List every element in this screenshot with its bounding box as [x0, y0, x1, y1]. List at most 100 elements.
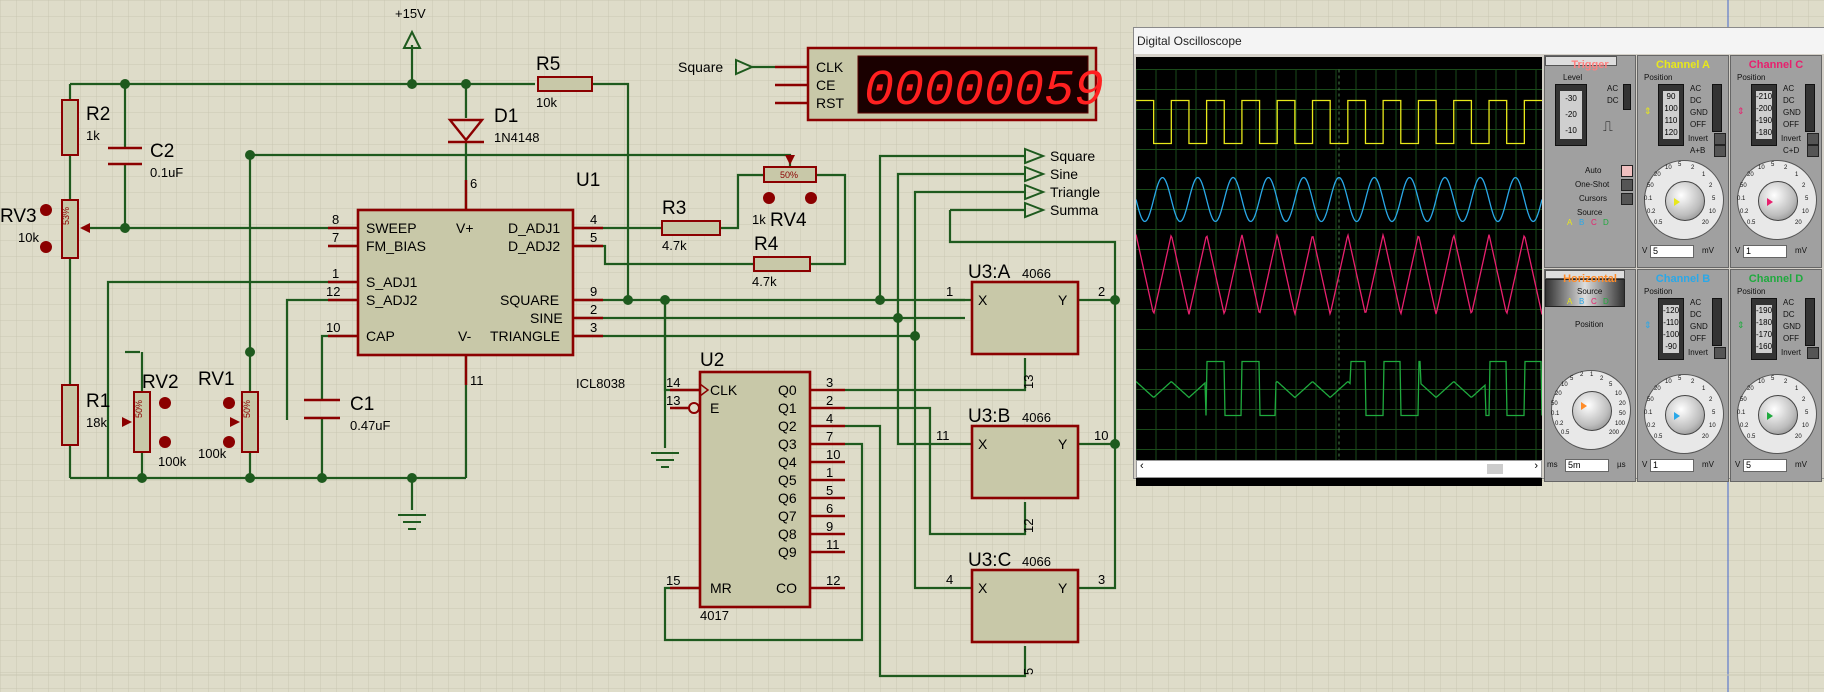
- coupling-gnd[interactable]: GND: [1690, 108, 1708, 117]
- panel-title: Channel A: [1656, 59, 1710, 71]
- slider-scale: -210 -200 -190 -180: [1756, 91, 1772, 139]
- invert-button[interactable]: [1807, 347, 1819, 359]
- trigger-coupling-ac[interactable]: AC: [1607, 84, 1618, 93]
- svg-text:12: 12: [326, 284, 340, 299]
- svg-text:CE: CE: [816, 77, 835, 93]
- dial-tick-label: 0.5: [1747, 220, 1756, 226]
- combine-button[interactable]: [1714, 145, 1726, 157]
- coupling-gnd[interactable]: GND: [1783, 108, 1801, 117]
- u2-pin-number: 1: [826, 465, 833, 480]
- coupling-off[interactable]: OFF: [1783, 334, 1799, 343]
- coupling-ac[interactable]: AC: [1783, 84, 1794, 93]
- volts-div-field[interactable]: 5: [1743, 459, 1787, 472]
- dial-tick-label: 5: [1712, 410, 1716, 416]
- dial-tick-label: 0.2: [1647, 209, 1656, 215]
- coupling-gnd[interactable]: GND: [1783, 322, 1801, 331]
- source-b[interactable]: B: [1579, 218, 1584, 227]
- trigger-mode-button[interactable]: [1621, 165, 1633, 177]
- svg-text:Triangle: Triangle: [1050, 184, 1100, 200]
- svg-text:Square: Square: [1050, 148, 1095, 164]
- coupling-switch[interactable]: [1805, 84, 1815, 132]
- coupling-ac[interactable]: AC: [1783, 298, 1794, 307]
- invert-button[interactable]: [1714, 133, 1726, 145]
- source-a[interactable]: A: [1567, 297, 1572, 306]
- time-div-knob[interactable]: [1572, 391, 1612, 431]
- counter-display: 00000059: [864, 63, 1104, 120]
- dial-tick-label: 2: [1600, 376, 1604, 382]
- coupling-dc[interactable]: DC: [1690, 310, 1702, 319]
- horizontal-scrollbar[interactable]: ‹ ›: [1136, 460, 1542, 478]
- position-slider[interactable]: -120 -110 -100 -90: [1658, 298, 1684, 360]
- scroll-right-icon[interactable]: ›: [1534, 460, 1538, 472]
- source-b[interactable]: B: [1579, 297, 1584, 306]
- source-c[interactable]: C: [1591, 218, 1597, 227]
- volts-div-field[interactable]: 5: [1650, 245, 1694, 258]
- svg-text:+15V: +15V: [395, 6, 426, 21]
- volts-div-knob[interactable]: [1665, 181, 1705, 221]
- coupling-gnd[interactable]: GND: [1690, 322, 1708, 331]
- dial-tick-label: 2: [1709, 397, 1713, 403]
- scroll-thumb[interactable]: [1487, 464, 1503, 474]
- svg-text:4.7k: 4.7k: [662, 238, 687, 253]
- coupling-ac[interactable]: AC: [1690, 84, 1701, 93]
- coupling-off[interactable]: OFF: [1783, 120, 1799, 129]
- coupling-dc[interactable]: DC: [1690, 96, 1702, 105]
- dial-tick-label: 10: [1561, 382, 1568, 388]
- u2-pin-name: Q1: [778, 400, 797, 416]
- source-c[interactable]: C: [1591, 297, 1597, 306]
- dial-tick-label: 10: [1709, 423, 1716, 429]
- svg-text:1: 1: [332, 266, 339, 281]
- invert-button[interactable]: [1807, 133, 1819, 145]
- position-slider[interactable]: -190 -180 -170 -160: [1751, 298, 1777, 360]
- coupling-switch[interactable]: [1712, 84, 1722, 132]
- svg-text:8: 8: [332, 212, 339, 227]
- volts-div-knob[interactable]: [1665, 395, 1705, 435]
- coupling-dc[interactable]: DC: [1783, 310, 1795, 319]
- coupling-switch[interactable]: [1712, 298, 1722, 346]
- svg-text:MR: MR: [710, 580, 732, 596]
- u2-pin-number: 4: [826, 411, 833, 426]
- dial-tick-label: 2: [1691, 165, 1695, 171]
- volts-div-knob[interactable]: [1758, 395, 1798, 435]
- svg-text:R5: R5: [536, 54, 560, 75]
- dial-tick-label: 0.5: [1654, 434, 1663, 440]
- position-slider[interactable]: 90 100 110 120: [1658, 84, 1684, 146]
- coupling-switch[interactable]: [1805, 298, 1815, 346]
- svg-text:3: 3: [590, 320, 597, 335]
- volts-div-knob[interactable]: [1758, 181, 1798, 221]
- trigger-coupling-dc[interactable]: DC: [1607, 96, 1619, 105]
- coupling-off[interactable]: OFF: [1690, 120, 1706, 129]
- svg-text:U3:B: U3:B: [968, 406, 1010, 427]
- svg-text:U1: U1: [576, 170, 600, 191]
- svg-text:Y: Y: [1058, 292, 1068, 308]
- oscilloscope-window[interactable]: Digital Oscilloscope ‹ › Trigger Level -30…: [1133, 27, 1824, 486]
- dial-tick-label: 5: [1678, 376, 1682, 382]
- coupling-dc[interactable]: DC: [1783, 96, 1795, 105]
- trigger-mode-button[interactable]: [1621, 179, 1633, 191]
- combine-button[interactable]: [1807, 145, 1819, 157]
- edge-icon[interactable]: ⎍: [1603, 118, 1613, 135]
- source-a[interactable]: A: [1567, 218, 1572, 227]
- svg-text:4066: 4066: [1022, 266, 1051, 281]
- coupling-ac[interactable]: AC: [1690, 298, 1701, 307]
- trigger-mode-button[interactable]: [1621, 193, 1633, 205]
- time-div-field[interactable]: 5m: [1565, 459, 1609, 472]
- knob-pointer-icon: [1674, 198, 1680, 206]
- u2-pin-name: CO: [776, 580, 797, 596]
- invert-button[interactable]: [1714, 347, 1726, 359]
- level-slider[interactable]: -30 -20 -10: [1555, 84, 1587, 146]
- scroll-left-icon[interactable]: ‹: [1140, 460, 1144, 472]
- trigger-coupling-switch[interactable]: [1623, 84, 1631, 110]
- svg-text:4.7k: 4.7k: [752, 274, 777, 289]
- svg-text:R2: R2: [86, 104, 110, 125]
- u2-pin-name: Q5: [778, 472, 797, 488]
- position-slider[interactable]: -210 -200 -190 -180: [1751, 84, 1777, 146]
- volts-div-field[interactable]: 1: [1650, 459, 1694, 472]
- position-label: Position: [1737, 73, 1766, 82]
- scale-value: -170: [1756, 330, 1773, 339]
- source-d[interactable]: D: [1603, 297, 1609, 306]
- channel-label: V: [1735, 246, 1741, 255]
- source-d[interactable]: D: [1603, 218, 1609, 227]
- volts-div-field[interactable]: 1: [1743, 245, 1787, 258]
- coupling-off[interactable]: OFF: [1690, 334, 1706, 343]
